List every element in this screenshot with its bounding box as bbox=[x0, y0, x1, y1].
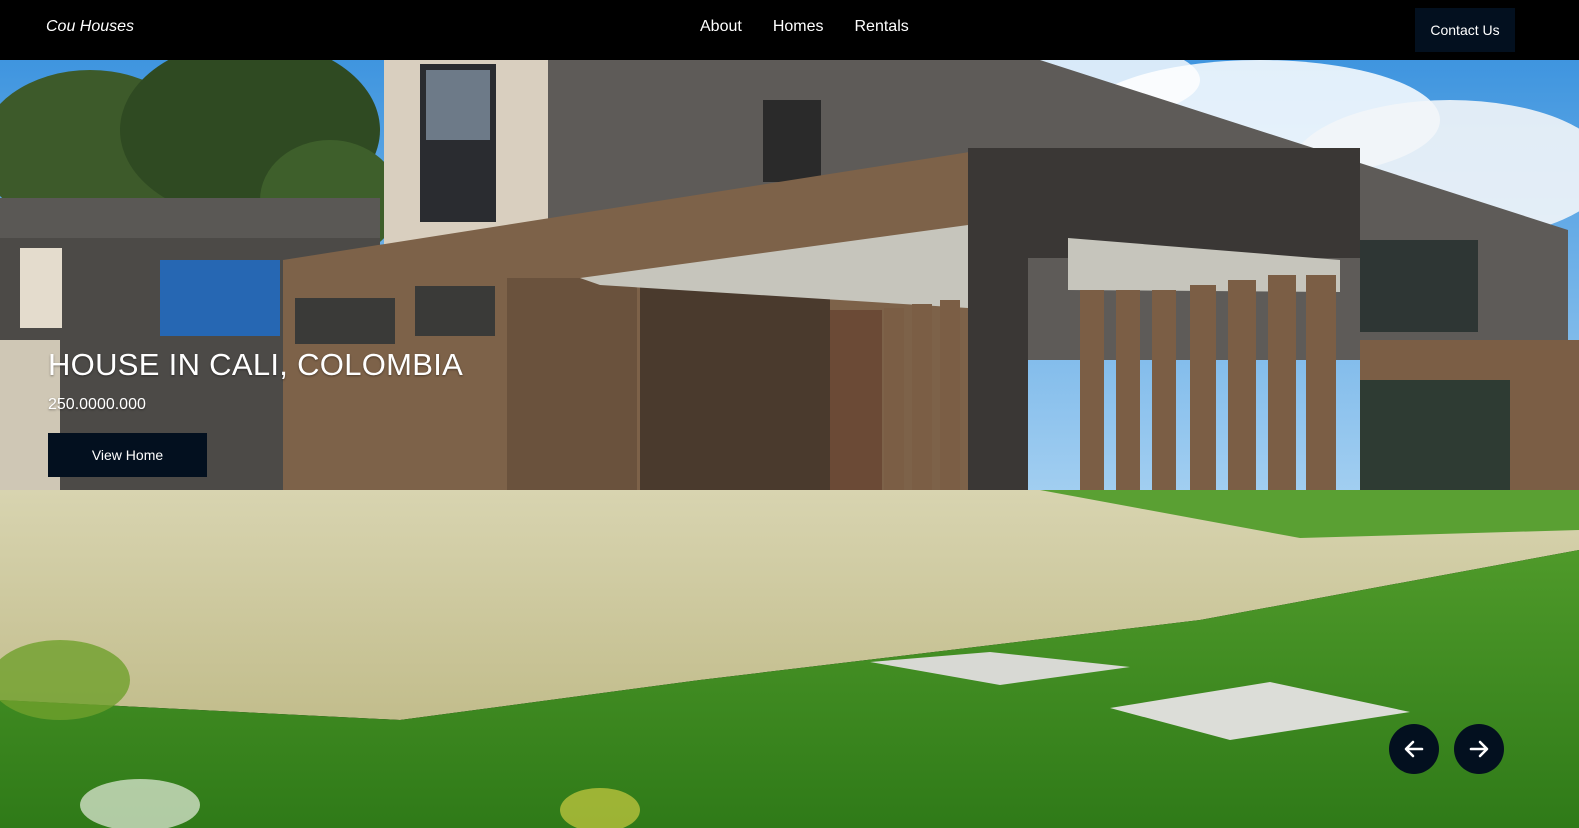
contact-us-button[interactable]: Contact Us bbox=[1415, 8, 1515, 52]
arrow-left-icon bbox=[1404, 740, 1424, 758]
hero-house-image bbox=[0, 60, 1579, 828]
nav-link-about[interactable]: About bbox=[700, 18, 742, 36]
hero-price: 250.0000.000 bbox=[48, 396, 146, 413]
arrow-right-icon bbox=[1469, 740, 1489, 758]
next-slide-button[interactable] bbox=[1454, 724, 1504, 774]
hero-slider: HOUSE IN CALI, COLOMBIA 250.0000.000 Vie… bbox=[0, 60, 1579, 828]
top-navbar: Cou Houses About Homes Rentals Contact U… bbox=[0, 0, 1579, 60]
site-logo[interactable]: Cou Houses bbox=[46, 18, 134, 36]
hero-title: HOUSE IN CALI, COLOMBIA bbox=[48, 347, 464, 382]
main-nav: About Homes Rentals bbox=[700, 18, 909, 36]
prev-slide-button[interactable] bbox=[1389, 724, 1439, 774]
nav-link-rentals[interactable]: Rentals bbox=[855, 18, 909, 36]
nav-link-homes[interactable]: Homes bbox=[773, 18, 824, 36]
view-home-button[interactable]: View Home bbox=[48, 433, 207, 477]
